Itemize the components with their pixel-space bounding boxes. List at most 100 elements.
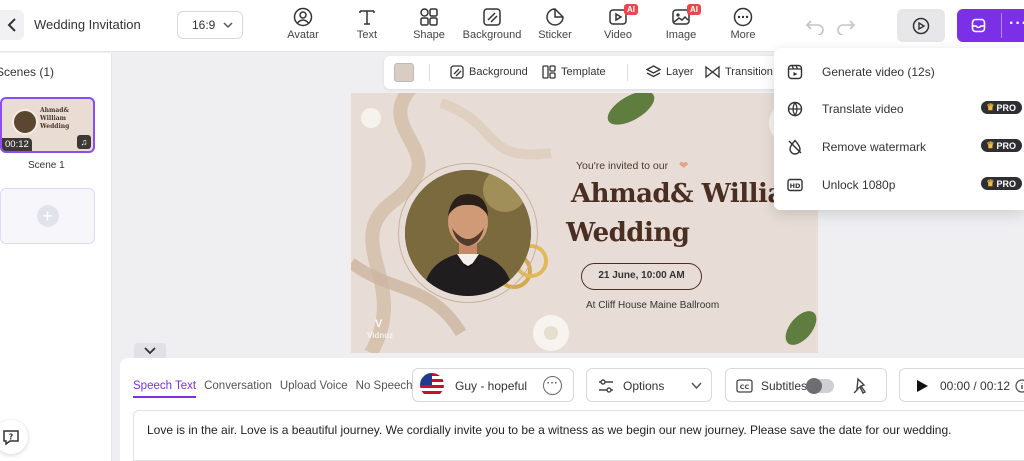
template-label: Template (561, 66, 606, 78)
background-icon (450, 65, 464, 79)
info-icon[interactable] (1015, 379, 1024, 393)
thumbnail-photo (12, 109, 38, 135)
layer-button[interactable]: Layer (646, 65, 694, 79)
tool-label: Background (462, 29, 522, 41)
menu-item-label: Remove watermark (822, 140, 927, 154)
export-more-icon[interactable]: ··· (1009, 15, 1024, 33)
tab-speech-text[interactable]: Speech Text (133, 380, 197, 398)
menu-item-remove-watermark[interactable]: Remove watermark ♛ PRO (786, 135, 1024, 159)
undo-icon[interactable] (805, 15, 825, 35)
tab-conversation[interactable]: Conversation (204, 380, 272, 398)
options-label: Options (623, 379, 665, 393)
scene-label: Scene 1 (28, 160, 65, 171)
pro-badge: ♛ PRO (981, 101, 1022, 114)
tool-shape[interactable]: Shape (397, 6, 461, 46)
scenes-title: Scenes (1) (0, 65, 55, 79)
tool-image[interactable]: AI Image (649, 4, 713, 46)
avatar-icon (293, 7, 313, 27)
export-icon (971, 18, 986, 33)
watermark-text: Vidnoz (367, 331, 394, 340)
export-button[interactable]: ··· (957, 9, 1024, 42)
invite-line[interactable]: You're invited to our (576, 160, 668, 172)
project-title[interactable]: Wedding Invitation (34, 17, 141, 32)
chevron-left-icon (7, 18, 16, 32)
tool-text[interactable]: Text (335, 6, 399, 46)
svg-text:HD: HD (790, 182, 801, 190)
tool-label: Text (356, 29, 378, 41)
ai-badge: AI (624, 4, 638, 15)
watermark: V Vidnoz (367, 318, 393, 341)
background-color-swatch[interactable] (394, 63, 414, 82)
preview-button[interactable] (897, 9, 945, 42)
aspect-ratio-select[interactable]: 16:9 (177, 11, 243, 39)
canvas-background-label: Background (469, 66, 528, 78)
tool-sticker[interactable]: Sticker (523, 6, 587, 46)
add-scene-button[interactable]: + (0, 188, 95, 244)
template-button[interactable]: Template (542, 65, 606, 79)
options-dropdown[interactable]: Options (586, 368, 712, 402)
hd-icon: HD (786, 176, 804, 194)
groom-photo[interactable] (405, 170, 531, 296)
scene-duration: 00:12 (2, 138, 32, 151)
divider (429, 64, 430, 81)
tool-avatar[interactable]: Avatar (271, 6, 335, 46)
redo-icon[interactable] (836, 15, 856, 35)
collapse-panel-button[interactable] (134, 343, 166, 358)
tool-label: Shape (413, 29, 445, 41)
crown-icon: ♛ (986, 178, 995, 188)
speech-panel: Speech Text Conversation Upload Voice No… (120, 358, 1024, 461)
speech-text-input[interactable]: Love is in the air. Love is a beautiful … (133, 410, 1024, 461)
watermark-logo-icon: V (375, 318, 383, 330)
voice-more-icon[interactable]: ··· (543, 376, 562, 395)
background-icon (483, 8, 501, 26)
pro-label: PRO (996, 102, 1016, 113)
tab-no-speech[interactable]: No Speech (356, 380, 413, 398)
cc-icon: CC (736, 379, 753, 393)
couple-names[interactable]: Ahmad& Willia (571, 179, 784, 209)
voice-selector[interactable]: Guy - hopeful ··· (412, 368, 574, 402)
scenes-panel: Scenes (1) Ahmad& William Wedding 00:12 … (0, 53, 112, 461)
canvas-background-button[interactable]: Background (450, 65, 528, 79)
music-icon: ♫ (77, 135, 91, 149)
video-canvas[interactable]: You're invited to our ❤ Ahmad& Willia We… (351, 93, 818, 353)
tool-background[interactable]: Background (460, 6, 524, 46)
tool-more[interactable]: More (711, 6, 775, 46)
menu-item-label: Translate video (822, 102, 904, 116)
crown-icon: ♛ (986, 140, 995, 150)
shape-icon (420, 8, 438, 26)
menu-item-unlock-1080p[interactable]: HD Unlock 1080p ♛ PRO (786, 173, 1024, 197)
chevron-down-icon (691, 382, 702, 390)
event-venue[interactable]: At Cliff House Maine Ballroom (586, 300, 719, 311)
layer-icon (646, 65, 661, 78)
svg-text:CC: CC (740, 383, 750, 391)
help-icon: ? (3, 430, 19, 446)
help-button[interactable]: ? (0, 420, 28, 454)
event-date[interactable]: 21 June, 10:00 AM (581, 263, 702, 290)
heart-icon: ❤ (679, 160, 689, 172)
menu-item-generate-video[interactable]: Generate video (12s) (786, 60, 1024, 84)
tool-label: Sticker (538, 29, 572, 41)
export-divider (1001, 13, 1002, 38)
export-dropdown-menu: Generate video (12s) Translate video ♛ PR… (774, 48, 1024, 210)
canvas-toolbar: Background Template Layer Transition (384, 56, 784, 89)
svg-text:?: ? (9, 433, 14, 442)
generate-video-icon (786, 63, 804, 81)
play-icon[interactable] (915, 379, 929, 393)
tab-upload-voice[interactable]: Upload Voice (280, 380, 348, 398)
subtitles-toggle[interactable] (806, 378, 834, 394)
transition-icon (705, 65, 720, 79)
chevron-down-icon (144, 346, 156, 354)
scene-thumbnail[interactable]: Ahmad& William Wedding 00:12 ♫ (0, 97, 95, 153)
groom-illustration (405, 170, 531, 296)
plus-icon: + (36, 205, 59, 227)
pin-icon[interactable] (851, 376, 871, 396)
menu-item-label: Unlock 1080p (822, 178, 896, 192)
menu-item-translate-video[interactable]: Translate video ♛ PRO (786, 97, 1024, 121)
back-button[interactable] (0, 10, 24, 40)
sticker-icon (546, 8, 564, 26)
transition-button[interactable]: Transition (705, 65, 773, 79)
wedding-heading[interactable]: Wedding (566, 218, 690, 248)
tool-video[interactable]: AI Video (586, 4, 650, 46)
text-icon (359, 10, 375, 25)
play-circle-icon (912, 17, 930, 34)
